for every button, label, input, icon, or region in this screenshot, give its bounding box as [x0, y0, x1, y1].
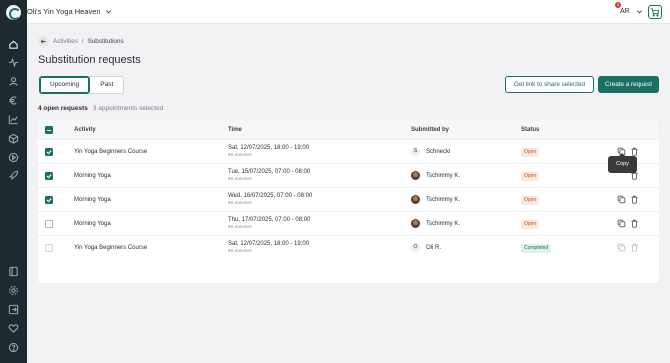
status-badge: Open — [521, 220, 540, 229]
table-header: Activity Time Submitted by Status — [38, 120, 659, 140]
euro-icon[interactable] — [8, 95, 19, 106]
submitter-name: Oli R. — [426, 245, 441, 251]
chevron-down-icon — [636, 8, 643, 15]
selected-count: 3 appointments selected — [92, 105, 164, 112]
select-all-checkbox[interactable] — [45, 126, 53, 134]
studio-name: Oli's Yin Yoga Heaven — [27, 7, 101, 16]
create-request-button[interactable]: Create a request — [598, 76, 659, 93]
tab-group: Upcoming Past — [39, 76, 125, 94]
tab-past[interactable]: Past — [90, 76, 125, 94]
status-badge: Open — [521, 172, 540, 181]
page-title: Substitution requests — [38, 54, 141, 66]
row-checkbox — [45, 244, 53, 252]
header-submitted-by: Submitted by — [411, 127, 450, 133]
row-checkbox[interactable] — [45, 220, 53, 228]
activity-name: Morning Yoga — [74, 197, 111, 203]
avatar: O — [411, 243, 420, 252]
submitter-name: Tschimmy K. — [426, 173, 461, 179]
copy-icon[interactable] — [617, 195, 626, 204]
studio-switcher[interactable]: Oli's Yin Yoga Heaven — [27, 7, 112, 16]
activity-name: Yin Yoga Beginners Course — [74, 245, 148, 251]
user-initials: AR — [620, 8, 630, 15]
play-circle-icon[interactable] — [8, 152, 19, 163]
heart-icon[interactable] — [8, 323, 19, 334]
status-badge: Completed — [521, 244, 552, 253]
time-range: Sat, 12/07/2025, 18:00 - 19:00 — [228, 241, 310, 247]
requests-table: Activity Time Submitted by Status Yin Yo… — [38, 120, 659, 283]
table-row[interactable]: Yin Yoga Beginners Course Sat, 12/07/202… — [38, 139, 659, 163]
back-button[interactable] — [38, 36, 49, 47]
breadcrumb-activities[interactable]: Activities — [53, 38, 78, 45]
app-logo[interactable] — [6, 5, 21, 20]
row-checkbox[interactable] — [45, 196, 53, 204]
trash-icon[interactable] — [630, 219, 639, 228]
book-icon[interactable] — [8, 266, 19, 277]
duration: 60 minutes — [228, 225, 252, 230]
activity-name: Yin Yoga Beginners Course — [74, 149, 148, 155]
rocket-icon[interactable] — [8, 170, 19, 181]
activity-name: Morning Yoga — [74, 173, 111, 179]
time-range: Wed, 16/07/2025, 07:00 - 08:00 — [228, 193, 313, 199]
sidebar — [0, 0, 27, 363]
time-range: Thu, 17/07/2025, 07:00 - 08:00 — [228, 217, 311, 223]
avatar — [411, 195, 420, 204]
chart-icon[interactable] — [8, 114, 19, 125]
trash-icon[interactable] — [630, 195, 639, 204]
time-range: Sat, 12/07/2025, 18:00 - 19:00 — [228, 145, 310, 151]
copy-icon — [617, 243, 626, 252]
home-icon[interactable] — [8, 39, 19, 50]
header-activity: Activity — [74, 127, 96, 133]
activity-name: Morning Yoga — [74, 221, 111, 227]
status-badge: Open — [521, 148, 540, 157]
breadcrumb: Activities / Substitutions — [53, 38, 124, 45]
avatar — [411, 219, 420, 228]
selection-summary: 4 open requests 3 appointments selected — [38, 105, 163, 112]
status-badge: Open — [521, 196, 540, 205]
table-row[interactable]: Morning Yoga Tue, 15/07/2025, 07:00 - 08… — [38, 163, 659, 187]
duration: 60 minutes — [228, 201, 252, 206]
settings-icon[interactable] — [8, 285, 19, 296]
activity-icon[interactable] — [8, 57, 19, 68]
help-icon[interactable] — [8, 342, 19, 353]
share-link-button[interactable]: Get link to share selected — [505, 76, 594, 93]
top-bar: Oli's Yin Yoga Heaven 1 AR — [27, 0, 670, 24]
breadcrumb-current: Substitutions — [87, 38, 124, 45]
chevron-down-icon — [105, 8, 112, 15]
row-checkbox[interactable] — [45, 148, 53, 156]
time-range: Tue, 15/07/2025, 07:00 - 08:00 — [228, 169, 311, 175]
main-content: Activities / Substitutions Substitution … — [27, 25, 670, 363]
cart-icon[interactable] — [648, 5, 662, 19]
header-status: Status — [521, 127, 540, 133]
open-count: 4 open requests — [38, 105, 88, 112]
header-time: Time — [228, 127, 242, 133]
table-row[interactable]: Morning Yoga Thu, 17/07/2025, 07:00 - 08… — [38, 211, 659, 235]
users-icon[interactable] — [8, 76, 19, 87]
trash-icon[interactable] — [630, 147, 639, 156]
submitter-name: Schnecki — [426, 149, 451, 155]
box-icon[interactable] — [8, 133, 19, 144]
row-checkbox[interactable] — [45, 172, 53, 180]
submitter-name: Tschimmy K. — [426, 197, 461, 203]
trash-icon — [630, 243, 639, 252]
table-row[interactable]: Yin Yoga Beginners Course Sat, 12/07/202… — [38, 235, 659, 259]
export-icon[interactable] — [8, 304, 19, 315]
avatar — [411, 171, 420, 180]
duration: 60 minutes — [228, 249, 252, 254]
breadcrumb-separator: / — [81, 38, 84, 45]
submitter-name: Tschimmy K. — [426, 221, 461, 227]
copy-tooltip: Copy — [608, 153, 637, 173]
copy-icon[interactable] — [617, 219, 626, 228]
tab-upcoming[interactable]: Upcoming — [39, 76, 91, 94]
table-row[interactable]: Morning Yoga Wed, 16/07/2025, 07:00 - 08… — [38, 187, 659, 211]
duration: 60 minutes — [228, 153, 252, 158]
avatar: S — [411, 147, 420, 156]
user-menu[interactable]: AR — [620, 8, 643, 15]
duration: 60 minutes — [228, 177, 252, 182]
